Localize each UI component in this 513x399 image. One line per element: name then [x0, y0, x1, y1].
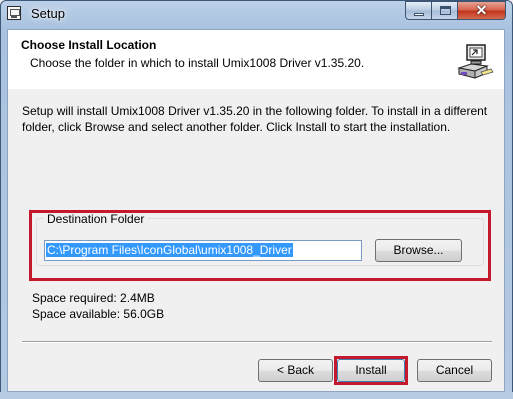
dialog-client-area: Choose Install Location Choose the folde…	[7, 29, 505, 392]
window-bottom-border	[0, 392, 513, 399]
window-title: Setup	[31, 6, 65, 21]
caption-buttons: ✕	[405, 1, 508, 21]
wizard-header: Choose Install Location Choose the folde…	[8, 30, 504, 89]
minimize-icon	[414, 13, 424, 16]
maximize-icon	[440, 6, 451, 15]
close-button[interactable]: ✕	[457, 1, 506, 20]
intro-text: Setup will install Umix1008 Driver v1.35…	[22, 104, 488, 134]
setup-app-icon	[7, 6, 21, 20]
installer-computer-icon	[457, 44, 494, 79]
destination-highlight-box	[29, 210, 491, 281]
cancel-button[interactable]: Cancel	[417, 359, 492, 382]
maximize-button[interactable]	[431, 1, 458, 20]
install-highlight-box	[334, 356, 408, 385]
minimize-button[interactable]	[405, 1, 432, 20]
back-button[interactable]: < Back	[258, 359, 333, 382]
footer-separator-highlight	[22, 342, 492, 343]
header-divider	[8, 88, 504, 89]
page-title: Choose Install Location	[21, 38, 157, 52]
page-subtitle: Choose the folder in which to install Um…	[30, 56, 365, 70]
close-icon: ✕	[475, 2, 488, 18]
space-required: Space required: 2.4MB	[32, 291, 155, 305]
title-bar[interactable]: Setup ✕	[0, 0, 513, 30]
space-available: Space available: 56.0GB	[32, 307, 165, 321]
